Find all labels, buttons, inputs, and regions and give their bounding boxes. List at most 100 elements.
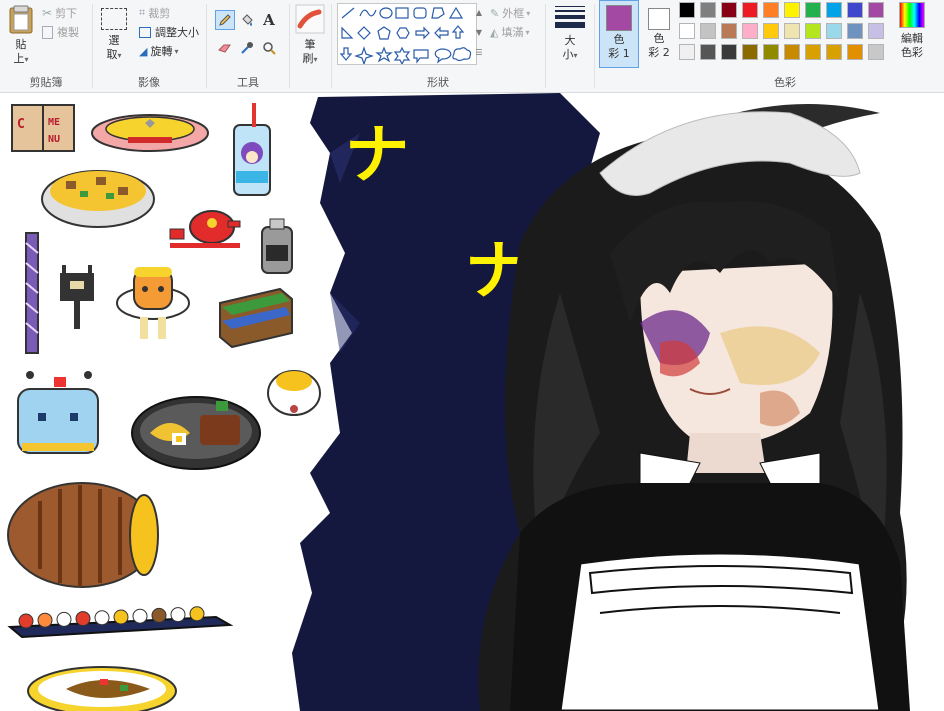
fill-icon[interactable] [239,12,255,27]
color1-sub-label: 彩 1 [608,47,630,60]
drawing-canvas[interactable]: C ME NU ナ ナ [0,93,944,711]
sushi-piece [113,609,129,625]
resize-button[interactable]: 調整大小 [139,24,199,40]
group-separator [289,4,290,88]
canvas-artwork: C ME NU ナ ナ [7,93,910,711]
sushi-piece [94,610,110,626]
palette-swatch[interactable] [700,2,716,18]
sushi-piece [151,607,167,623]
palette-swatch[interactable] [721,44,737,60]
palette-swatch[interactable] [826,2,842,18]
color-picker-icon[interactable] [239,40,255,55]
tools-group: A 工具 [207,0,289,92]
sushi-piece [75,611,91,627]
sushi-piece [18,613,34,629]
image-group-label: 影像 [138,76,160,89]
copy-label: 複製 [57,26,79,39]
brushes-label: 筆 [304,38,316,51]
color2-swatch [648,8,670,30]
shapes-scroll[interactable]: ▲ ▼ ☰ [474,3,484,63]
egg-bowl-sprite [267,370,321,416]
resize-icon [139,26,151,38]
size-button[interactable]: 大 小▾ [550,4,590,63]
color-wheel-icon [899,2,925,28]
ribbon: 貼 上▾ ✂ 剪下 複製 剪貼簿 選 取▾ ⌗ 裁剪 調整大小 ◢ 旋轉 ▾ 影… [0,0,944,93]
text-icon[interactable]: A [261,11,277,29]
color1-button[interactable]: 色 彩 1 [599,0,639,68]
shapes-gallery[interactable] [337,3,477,66]
palette-swatch[interactable] [763,44,779,60]
palette-swatch[interactable] [763,23,779,39]
color2-sub-label: 彩 2 [648,46,670,59]
eraser-icon[interactable] [217,40,233,55]
palette-swatch[interactable] [805,2,821,18]
copy-button[interactable]: 複製 [42,24,79,40]
scissors-icon: ✂ [42,6,53,20]
sushi-tray-sprite [7,606,234,639]
palette-swatch[interactable] [868,44,884,60]
select-label: 選 [108,34,120,47]
dropdown-arrow-icon: ▾ [117,51,122,60]
selection-rect-icon [101,8,127,30]
palette-swatch[interactable] [826,23,842,39]
dropdown-arrow-icon: ▾ [313,55,318,64]
palette-swatch[interactable] [847,44,863,60]
palette-swatch[interactable] [805,44,821,60]
shapes-group-label: 形狀 [427,76,449,89]
edit-colors-button[interactable]: 編輯 色彩 [895,2,929,60]
palette-swatch[interactable] [679,44,695,60]
palette-swatch[interactable] [679,23,695,39]
salt-shaker-sprite [261,218,293,274]
cut-button[interactable]: ✂ 剪下 [42,5,77,21]
paste-button[interactable]: 貼 上▾ [4,4,38,67]
palette-swatch[interactable] [868,2,884,18]
color2-button[interactable]: 色 彩 2 [641,0,677,68]
dropdown-arrow-icon: ▾ [24,55,29,64]
palette-swatch[interactable] [679,2,695,18]
palette-swatch[interactable] [847,23,863,39]
palette-swatch[interactable] [721,2,737,18]
copy-icon [42,25,53,39]
palette-swatch[interactable] [742,44,758,60]
clipboard-group-label: 剪貼簿 [29,76,63,89]
palette-swatch[interactable] [826,44,842,60]
rotate-button[interactable]: ◢ 旋轉 ▾ [139,43,178,59]
svg-text:NU: NU [48,134,60,145]
select-button[interactable]: 選 取▾ [97,6,131,63]
roll-cake-sprite [7,482,159,588]
shapes-group: ▲ ▼ ☰ ✎ 外框 ▾ ◭ 填滿 ▾ 形狀 [332,0,544,92]
robot-slime-sprite [17,371,99,454]
select-sub-label: 取 [106,48,118,61]
pencil-icon[interactable] [215,10,235,30]
palette-swatch[interactable] [868,23,884,39]
palette-swatch[interactable] [700,23,716,39]
sushi-piece [189,606,205,622]
palette-swatch[interactable] [805,23,821,39]
color1-label: 色 [613,33,625,46]
tools-group-label: 工具 [237,76,259,89]
palette-swatch[interactable] [742,23,758,39]
book-stack-sprite [219,287,293,349]
magnifier-icon[interactable] [261,40,277,55]
sushi-piece [56,611,72,627]
menu-book-sprite: C ME NU [11,104,75,152]
edit-colors-sub-label: 色彩 [901,46,923,59]
brushes-button[interactable]: 筆 刷▾ [292,4,328,67]
crop-button[interactable]: ⌗ 裁剪 [139,5,170,21]
katakana-annotation-1: ナ [345,119,409,193]
palette-swatch[interactable] [763,2,779,18]
palette-swatch[interactable] [784,2,800,18]
palette-swatch[interactable] [784,23,800,39]
palette-swatch[interactable] [784,44,800,60]
outline-icon: ✎ [490,6,500,20]
palette-swatch[interactable] [700,44,716,60]
palette-swatch[interactable] [847,2,863,18]
palette-swatch[interactable] [742,2,758,18]
palette-swatch[interactable] [721,23,737,39]
fill-button[interactable]: ◭ 填滿 ▾ [490,24,529,40]
outline-button[interactable]: ✎ 外框 ▾ [490,5,530,21]
dropdown-arrow-icon: ▾ [573,51,578,60]
brushes-sub-label: 刷 [302,52,314,65]
rotate-label: 旋轉 [150,45,173,58]
image-group: 選 取▾ ⌗ 裁剪 調整大小 ◢ 旋轉 ▾ 影像 [93,0,205,92]
